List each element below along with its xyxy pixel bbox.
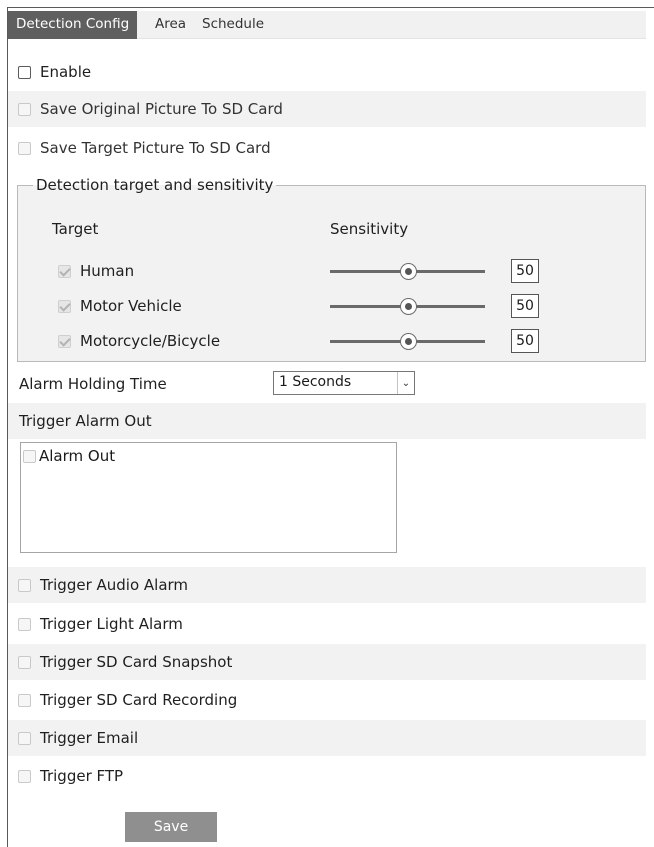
- trigger-audio-alarm-checkbox[interactable]: [18, 578, 31, 592]
- target-header: Target: [52, 220, 99, 238]
- target-row-motor-vehicle: Motor Vehicle 50: [18, 291, 645, 321]
- chevron-down-icon[interactable]: ⌄: [397, 372, 414, 394]
- trigger-light-alarm-label: Trigger Light Alarm: [40, 615, 183, 633]
- motor-vehicle-sensitivity-slider[interactable]: [330, 291, 485, 321]
- alarm-holding-label: Alarm Holding Time: [19, 375, 167, 393]
- slider-thumb[interactable]: [399, 298, 417, 315]
- detection-target-group: Detection target and sensitivity Target …: [17, 176, 646, 362]
- save-original-checkbox[interactable]: [18, 102, 31, 116]
- enable-checkbox[interactable]: [18, 65, 31, 79]
- save-target-label: Save Target Picture To SD Card: [40, 139, 271, 157]
- enable-row: Enable: [8, 54, 646, 90]
- save-target-row: Save Target Picture To SD Card: [8, 130, 646, 166]
- trigger-sd-recording-row: Trigger SD Card Recording: [8, 682, 646, 718]
- sensitivity-header: Sensitivity: [330, 220, 409, 238]
- trigger-email-label: Trigger Email: [40, 729, 139, 747]
- trigger-light-alarm-checkbox[interactable]: [18, 617, 31, 631]
- slider-thumb[interactable]: [399, 263, 417, 280]
- trigger-email-checkbox[interactable]: [18, 731, 31, 745]
- trigger-sd-snapshot-checkbox[interactable]: [18, 655, 31, 669]
- motorcycle-sensitivity-value[interactable]: 50: [511, 329, 539, 353]
- trigger-ftp-checkbox[interactable]: [18, 769, 31, 783]
- alarm-holding-value: 1 Seconds: [279, 374, 352, 390]
- trigger-alarm-out-label: Trigger Alarm Out: [19, 412, 152, 430]
- human-sensitivity-slider[interactable]: [330, 256, 485, 286]
- target-row-human: Human 50: [18, 256, 645, 286]
- trigger-email-row: Trigger Email: [8, 720, 646, 756]
- trigger-ftp-label: Trigger FTP: [40, 767, 124, 785]
- tab-area[interactable]: Area: [147, 11, 194, 39]
- trigger-light-alarm-row: Trigger Light Alarm: [8, 606, 646, 642]
- tab-schedule[interactable]: Schedule: [194, 11, 272, 39]
- motor-vehicle-label: Motor Vehicle: [80, 297, 182, 315]
- motor-vehicle-checkbox[interactable]: [58, 300, 71, 313]
- alarm-out-label: Alarm Out: [39, 447, 116, 465]
- slider-thumb[interactable]: [399, 333, 417, 350]
- trigger-sd-recording-checkbox[interactable]: [18, 693, 31, 707]
- target-row-motorcycle: Motorcycle/Bicycle 50: [18, 326, 645, 356]
- human-sensitivity-value[interactable]: 50: [511, 259, 539, 283]
- enable-label: Enable: [40, 63, 92, 81]
- save-target-checkbox[interactable]: [18, 141, 31, 155]
- trigger-sd-recording-label: Trigger SD Card Recording: [40, 691, 238, 709]
- trigger-sd-snapshot-row: Trigger SD Card Snapshot: [8, 644, 646, 680]
- trigger-sd-snapshot-label: Trigger SD Card Snapshot: [40, 653, 233, 671]
- human-label: Human: [80, 262, 135, 280]
- trigger-audio-alarm-row: Trigger Audio Alarm: [8, 567, 646, 603]
- human-checkbox[interactable]: [58, 265, 71, 278]
- list-item[interactable]: Alarm Out: [23, 447, 115, 465]
- alarm-out-checkbox[interactable]: [23, 449, 36, 463]
- save-original-row: Save Original Picture To SD Card: [8, 91, 646, 127]
- trigger-audio-alarm-label: Trigger Audio Alarm: [40, 576, 189, 594]
- alarm-out-list[interactable]: Alarm Out: [20, 442, 397, 553]
- trigger-alarm-out-row: Trigger Alarm Out: [8, 403, 646, 439]
- tab-bar: Detection Config Area Schedule: [8, 11, 646, 39]
- save-button[interactable]: Save: [125, 812, 217, 842]
- alarm-holding-select[interactable]: 1 Seconds ⌄: [273, 371, 415, 395]
- motorcycle-sensitivity-slider[interactable]: [330, 326, 485, 356]
- detection-group-legend: Detection target and sensitivity: [36, 176, 274, 194]
- save-original-label: Save Original Picture To SD Card: [40, 100, 283, 118]
- trigger-ftp-row: Trigger FTP: [8, 758, 646, 794]
- tab-detection-config[interactable]: Detection Config: [8, 11, 138, 39]
- motorcycle-checkbox[interactable]: [58, 335, 71, 348]
- motor-vehicle-sensitivity-value[interactable]: 50: [511, 294, 539, 318]
- motorcycle-label: Motorcycle/Bicycle: [80, 332, 221, 350]
